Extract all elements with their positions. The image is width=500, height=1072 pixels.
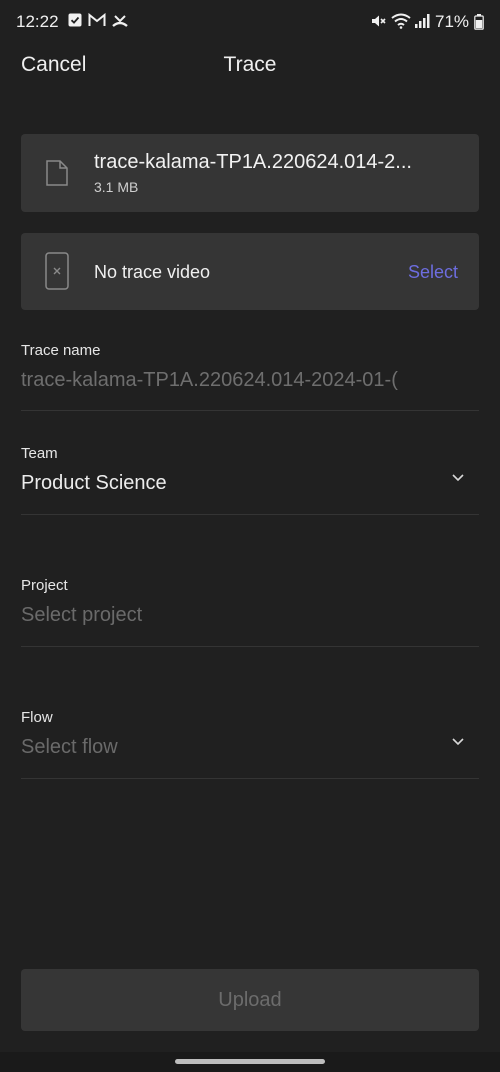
no-trace-video-label: No trace video: [94, 262, 211, 282]
battery-icon: [474, 14, 484, 35]
chevron-down-icon[interactable]: [450, 734, 466, 752]
project-divider: [21, 646, 479, 647]
upload-button[interactable]: Upload: [21, 969, 479, 1031]
gmail-icon: [88, 12, 106, 32]
checkbox-notification-icon: [68, 13, 82, 32]
chevron-down-icon[interactable]: [450, 470, 466, 488]
team-divider: [21, 514, 479, 515]
wifi-icon: [391, 13, 411, 34]
status-time: 12:22: [16, 12, 59, 31]
trace-file-size: 3.1 MB: [94, 179, 139, 195]
flow-select[interactable]: Select flow: [21, 736, 421, 759]
team-select[interactable]: Product Science: [21, 472, 421, 495]
team-label: Team: [21, 445, 58, 462]
document-icon: [46, 160, 68, 191]
trace-name-label: Trace name: [21, 342, 101, 359]
missed-call-icon: [112, 13, 128, 34]
home-handle[interactable]: [175, 1059, 325, 1064]
flow-label: Flow: [21, 709, 53, 726]
trace-video-card: No trace video Select: [21, 233, 479, 310]
flow-divider: [21, 778, 479, 779]
mute-icon: [370, 13, 386, 34]
battery-percentage: 71%: [435, 12, 470, 31]
signal-icon: [414, 13, 432, 34]
trace-name-divider: [21, 410, 479, 411]
project-input[interactable]: Select project: [21, 604, 439, 627]
trace-name-input[interactable]: trace-kalama-TP1A.220624.014-2024-01-(: [21, 369, 439, 392]
no-video-icon: [45, 252, 69, 295]
trace-file-name: trace-kalama-TP1A.220624.014-2...: [94, 151, 412, 173]
cancel-button[interactable]: Cancel: [21, 53, 86, 77]
trace-file-card: trace-kalama-TP1A.220624.014-2... 3.1 MB: [21, 134, 479, 212]
select-video-button[interactable]: Select: [408, 262, 458, 283]
project-label: Project: [21, 577, 68, 594]
